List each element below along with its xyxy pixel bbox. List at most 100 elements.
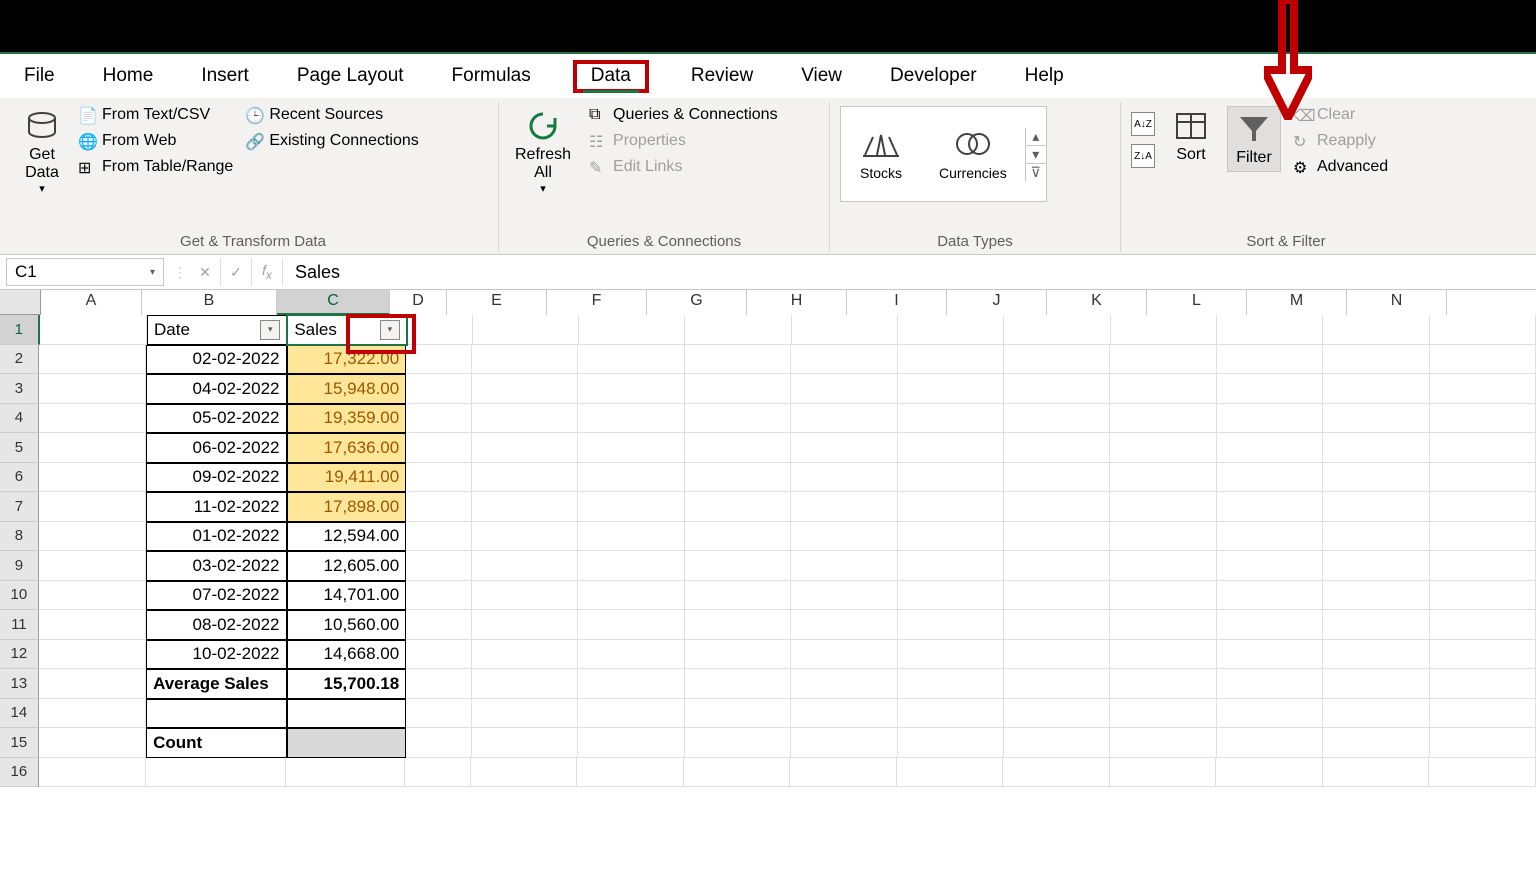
cell[interactable] [1004, 522, 1110, 552]
cell[interactable] [406, 551, 472, 581]
sort-desc-button[interactable]: Z↓A [1131, 144, 1155, 168]
cell[interactable] [1323, 374, 1429, 404]
cell-sales[interactable]: 10,560.00 [287, 610, 407, 640]
cell[interactable] [1004, 669, 1110, 699]
from-web-button[interactable]: 🌐From Web [78, 132, 233, 150]
cell[interactable] [898, 404, 1004, 434]
cell[interactable] [471, 758, 578, 788]
cell[interactable] [1217, 640, 1323, 670]
cell[interactable] [1110, 610, 1216, 640]
cell-sales[interactable]: 19,411.00 [287, 463, 407, 493]
row-header-16[interactable]: 16 [0, 758, 39, 788]
cell[interactable] [406, 610, 472, 640]
cell[interactable] [1217, 345, 1323, 375]
cell-sales[interactable]: 19,359.00 [287, 404, 407, 434]
cell[interactable] [1430, 463, 1536, 493]
cell[interactable] [578, 404, 684, 434]
cell[interactable] [898, 433, 1004, 463]
cell[interactable] [39, 433, 146, 463]
cell[interactable] [685, 522, 791, 552]
cell[interactable] [898, 610, 1004, 640]
cell-avg-label[interactable]: Average Sales [146, 669, 286, 699]
cell[interactable] [685, 315, 791, 345]
cell[interactable] [1430, 581, 1536, 611]
row-header-1[interactable]: 1 [0, 315, 40, 345]
cell[interactable] [1110, 345, 1216, 375]
cell[interactable] [40, 315, 147, 345]
cell[interactable] [792, 315, 898, 345]
cell[interactable] [1323, 640, 1429, 670]
col-header-B[interactable]: B [142, 290, 277, 315]
cell[interactable] [685, 433, 791, 463]
col-header-H[interactable]: H [747, 290, 847, 315]
cell[interactable] [791, 551, 897, 581]
cell[interactable] [1323, 581, 1429, 611]
cell[interactable] [39, 758, 146, 788]
cell[interactable] [39, 669, 146, 699]
cell[interactable] [1110, 669, 1216, 699]
cell[interactable] [1430, 699, 1536, 729]
cell-sales[interactable]: 12,594.00 [287, 522, 407, 552]
existing-connections-button[interactable]: 🔗Existing Connections [245, 132, 418, 150]
cell[interactable] [898, 492, 1004, 522]
cell-date[interactable]: 05-02-2022 [146, 404, 286, 434]
cell[interactable] [791, 345, 897, 375]
cell[interactable] [1217, 610, 1323, 640]
cell-date[interactable]: 09-02-2022 [146, 463, 286, 493]
filter-dropdown-date[interactable]: ▾ [260, 320, 280, 340]
cell[interactable] [1110, 492, 1216, 522]
menu-review[interactable]: Review [685, 61, 759, 91]
cell[interactable] [898, 669, 1004, 699]
cell[interactable] [898, 315, 1004, 345]
cell[interactable] [1004, 581, 1110, 611]
cell[interactable] [579, 315, 685, 345]
cell[interactable] [791, 728, 897, 758]
cell[interactable] [1110, 463, 1216, 493]
cell[interactable] [578, 610, 684, 640]
cell[interactable] [1110, 581, 1216, 611]
cell[interactable] [1430, 404, 1536, 434]
cell[interactable] [1217, 433, 1323, 463]
cell[interactable] [472, 345, 578, 375]
cell[interactable] [685, 374, 791, 404]
cell[interactable] [898, 699, 1004, 729]
select-all-corner[interactable] [0, 290, 41, 315]
cell[interactable] [1323, 492, 1429, 522]
cell-date[interactable]: 10-02-2022 [146, 640, 286, 670]
cell[interactable] [1217, 492, 1323, 522]
cell[interactable] [685, 404, 791, 434]
cell-sales[interactable]: 15,948.00 [287, 374, 407, 404]
cell[interactable] [791, 463, 897, 493]
cancel-formula-button[interactable]: ✕ [190, 258, 221, 286]
cell[interactable] [1217, 699, 1323, 729]
cell-count-value[interactable] [287, 728, 407, 758]
cell[interactable] [1110, 758, 1217, 788]
cell[interactable] [406, 669, 472, 699]
cell[interactable] [1430, 315, 1536, 345]
header-date[interactable]: Date▾ [147, 315, 287, 345]
cell[interactable] [1430, 551, 1536, 581]
cell[interactable] [791, 669, 897, 699]
cell[interactable] [39, 522, 146, 552]
col-header-F[interactable]: F [547, 290, 647, 315]
cell[interactable] [685, 551, 791, 581]
cell[interactable] [685, 640, 791, 670]
cell[interactable] [472, 610, 578, 640]
cell[interactable] [790, 758, 897, 788]
row-header-8[interactable]: 8 [0, 522, 39, 552]
cell[interactable] [791, 640, 897, 670]
cell[interactable] [685, 699, 791, 729]
cell[interactable] [791, 581, 897, 611]
cell-sales[interactable]: 17,322.00 [287, 345, 407, 375]
row-header-4[interactable]: 4 [0, 404, 39, 434]
cell-sales[interactable]: 12,605.00 [287, 551, 407, 581]
cell[interactable] [1323, 669, 1429, 699]
cell-date[interactable]: 04-02-2022 [146, 374, 286, 404]
cell[interactable] [1217, 463, 1323, 493]
menu-developer[interactable]: Developer [884, 61, 983, 91]
cell[interactable] [472, 433, 578, 463]
cell[interactable] [577, 758, 684, 788]
cell[interactable] [406, 404, 472, 434]
cell-date[interactable]: 01-02-2022 [146, 522, 286, 552]
sort-button[interactable]: Sort [1167, 106, 1215, 166]
